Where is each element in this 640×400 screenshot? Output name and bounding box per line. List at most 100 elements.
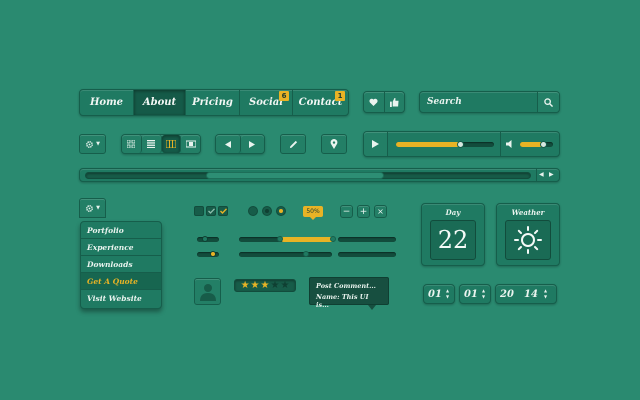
weather-widget: Weather	[496, 203, 560, 266]
chevron-down-icon: ▼	[96, 141, 100, 147]
nav-item-about[interactable]: About	[134, 90, 186, 115]
radio-empty[interactable]	[248, 206, 258, 216]
edit-button[interactable]	[280, 134, 306, 154]
dual-slider[interactable]	[239, 251, 332, 258]
scroll-right-icon[interactable]: ▶	[549, 171, 554, 178]
spinner-arrows-icon[interactable]: ▲ ▼	[544, 288, 547, 300]
menu-item-portfolio[interactable]: Portfolio	[81, 222, 161, 239]
thumbs-up-icon	[389, 97, 399, 107]
spinner-arrows-icon[interactable]: ▲ ▼	[446, 288, 449, 300]
search-button[interactable]	[537, 92, 559, 112]
columns-view-button[interactable]	[161, 135, 182, 153]
nav-item-social[interactable]: Social 6	[240, 90, 293, 115]
checkbox-checked[interactable]	[218, 206, 228, 216]
star-1[interactable]: ★	[241, 280, 250, 291]
star-4[interactable]: ★	[270, 280, 279, 291]
user-avatar-icon	[199, 283, 216, 301]
checkmark-icon	[207, 208, 215, 214]
list-view-button[interactable]	[141, 135, 162, 153]
main-navigation: Home About Pricing Social 6 Contact 1	[79, 89, 349, 116]
date-value-3: 20	[500, 288, 514, 300]
scroll-left-icon[interactable]: ◀	[539, 171, 544, 178]
mini-slider-1[interactable]	[197, 236, 219, 243]
dropdown-menu: Portfolio Experience Downloads Get A Quo…	[80, 221, 162, 309]
nav-item-home[interactable]: Home	[80, 90, 134, 115]
date-field-year[interactable]: 20 14 ▲ ▼	[495, 284, 557, 304]
grid-view-icon	[127, 140, 136, 148]
date-picker: 01 ▲ ▼ 01 ▲ ▼ 20 14 ▲ ▼	[423, 284, 557, 304]
gear-icon	[86, 140, 93, 148]
chevron-down-icon: ▼	[96, 205, 100, 211]
checkbox-checked-dark[interactable]	[206, 206, 216, 216]
view-switcher	[121, 134, 201, 154]
like-button[interactable]	[384, 92, 404, 112]
location-button[interactable]	[321, 134, 347, 154]
range-slider-3[interactable]	[338, 251, 396, 258]
volume-icon[interactable]	[506, 140, 515, 148]
heart-button[interactable]	[364, 92, 385, 112]
checkbox-group	[194, 206, 228, 216]
nav-label-about: About	[142, 97, 177, 108]
plus-button[interactable]: +	[357, 205, 370, 218]
weather-display	[505, 220, 551, 260]
tooltip-arrow	[310, 217, 316, 220]
film-view-button[interactable]	[181, 135, 200, 153]
minus-button[interactable]: −	[340, 205, 353, 218]
nav-item-pricing[interactable]: Pricing	[186, 90, 240, 115]
checkbox-empty[interactable]	[194, 206, 204, 216]
comment-bubble[interactable]: Post Comment... Name: This UI is...	[309, 277, 389, 309]
weather-title: Weather	[511, 208, 545, 217]
menu-item-downloads[interactable]: Downloads	[81, 256, 161, 273]
film-view-icon	[185, 140, 196, 148]
grid-view-button[interactable]	[122, 135, 142, 153]
range-slider-2[interactable]	[338, 236, 396, 243]
progress-fill	[396, 142, 460, 147]
prev-button[interactable]	[216, 135, 241, 153]
nav-item-contact[interactable]: Contact 1	[293, 90, 348, 115]
radio-group	[248, 206, 286, 216]
play-button[interactable]	[364, 132, 388, 156]
star-5[interactable]: ★	[280, 280, 289, 291]
progress-knob[interactable]	[456, 141, 464, 148]
menu-toggle-button[interactable]: ▼	[79, 198, 106, 218]
date-field-1[interactable]: 01 ▲ ▼	[423, 284, 455, 304]
checkmark-icon	[219, 208, 227, 214]
comment-tail	[368, 305, 376, 310]
date-value-4: 14	[524, 288, 538, 300]
next-button[interactable]	[240, 135, 264, 153]
minus-icon: −	[342, 206, 351, 217]
play-icon	[372, 140, 379, 148]
gear-icon	[86, 204, 93, 212]
radio-selected[interactable]	[276, 206, 286, 216]
percent-tooltip: 50%	[303, 206, 323, 217]
mini-slider-2[interactable]	[197, 251, 219, 258]
date-value-1: 01	[428, 288, 442, 300]
list-view-icon	[147, 140, 156, 148]
spinner-arrows-icon[interactable]: ▲ ▼	[482, 288, 485, 300]
range-slider[interactable]	[239, 236, 336, 243]
nav-label-pricing: Pricing	[192, 97, 233, 108]
star-rating[interactable]: ★ ★ ★ ★ ★	[234, 279, 296, 292]
scroll-thumb[interactable]	[205, 172, 384, 179]
radio-dark[interactable]	[262, 206, 272, 216]
close-button[interactable]: ×	[374, 205, 387, 218]
menu-item-get-a-quote[interactable]: Get A Quote	[81, 273, 161, 290]
columns-view-icon	[165, 140, 176, 148]
date-field-2[interactable]: 01 ▲ ▼	[459, 284, 491, 304]
horizontal-scrollbar[interactable]: ◀ ▶	[79, 168, 560, 182]
prev-arrow-icon	[224, 140, 231, 148]
search-input[interactable]: Search	[420, 92, 537, 112]
star-2[interactable]: ★	[251, 280, 260, 291]
day-title: Day	[445, 208, 461, 217]
contact-badge: 1	[335, 91, 345, 101]
sun-icon	[514, 226, 542, 254]
star-3[interactable]: ★	[261, 280, 270, 291]
media-player	[363, 131, 560, 157]
menu-item-visit-website[interactable]: Visit Website	[81, 290, 161, 307]
search-box: Search	[419, 91, 560, 113]
date-value-2: 01	[464, 288, 478, 300]
avatar[interactable]	[194, 278, 221, 305]
menu-item-experience[interactable]: Experience	[81, 239, 161, 256]
settings-dropdown-button[interactable]: ▼	[79, 134, 106, 154]
divider	[500, 132, 501, 156]
